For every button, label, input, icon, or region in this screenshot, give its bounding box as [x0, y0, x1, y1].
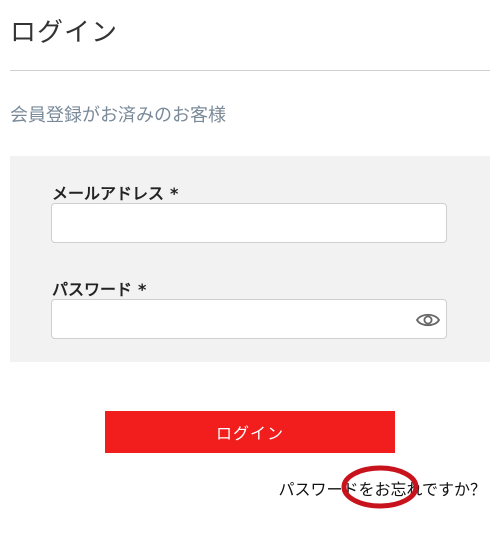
email-field[interactable] — [51, 203, 447, 243]
eye-icon[interactable] — [416, 310, 440, 330]
email-label: メールアドレス * — [52, 180, 178, 204]
divider — [10, 70, 490, 71]
login-button[interactable]: ログイン — [105, 411, 395, 453]
password-label-text: パスワード — [52, 280, 133, 299]
required-mark: * — [138, 280, 147, 299]
section-subtitle: 会員登録がお済みのお客様 — [10, 105, 226, 126]
password-field[interactable] — [51, 299, 447, 339]
required-mark: * — [170, 184, 179, 203]
email-label-text: メールアドレス — [52, 184, 165, 203]
forgot-password-link[interactable]: パスワードをお忘れですか？ — [278, 476, 486, 500]
page-title: ログイン — [10, 18, 119, 48]
login-button-label: ログイン — [215, 424, 284, 443]
login-page: ログイン 会員登録がお済みのお客様 メールアドレス * パスワード * ログイン パ… — [0, 0, 500, 542]
password-label: パスワード * — [52, 276, 146, 300]
